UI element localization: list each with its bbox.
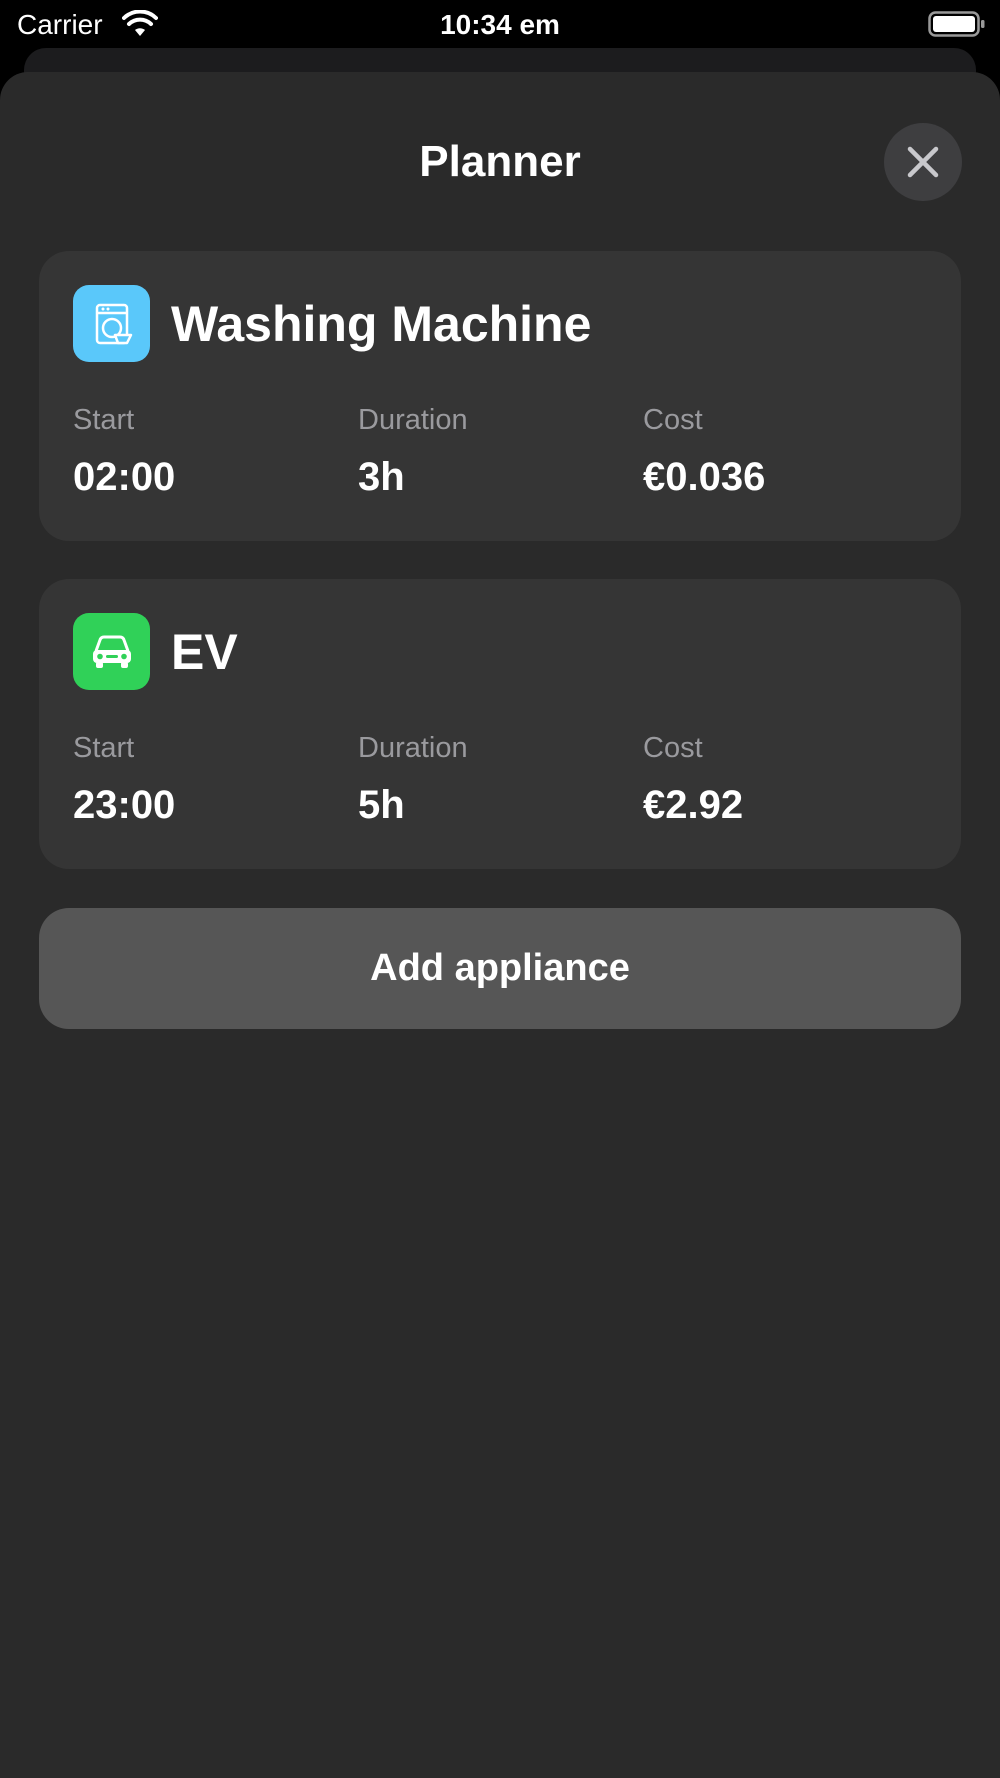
start-label: Start [73,404,135,436]
cost-metric: Cost €0.036 [643,403,765,500]
duration-value: 3h [358,455,405,499]
page-title: Planner [419,137,581,186]
appliance-card-washing-machine[interactable]: Washing Machine Start 02:00 Duration 3h … [39,251,961,541]
car-icon [73,613,150,690]
battery-icon [928,10,986,38]
duration-label: Duration [358,732,468,764]
cost-value: €2.92 [643,783,744,827]
add-appliance-button[interactable]: Add appliance [39,908,961,1029]
status-time: 10:34 em [440,9,560,40]
cost-label: Cost [643,732,703,764]
start-label: Start [73,732,135,764]
duration-metric: Duration 5h [358,731,468,828]
start-value: 02:00 [73,455,176,499]
cost-metric: Cost €2.92 [643,731,743,828]
cost-value: €0.036 [643,455,766,499]
duration-label: Duration [358,404,468,436]
duration-value: 5h [358,783,405,827]
appliance-name: Washing Machine [171,296,592,352]
appliance-card-ev[interactable]: EV Start 23:00 Duration 5h Cost €2.92 [39,579,961,869]
planner-sheet: Planner Washing Machine Start 02:00 Dura… [0,72,1000,1778]
start-value: 23:00 [73,783,176,827]
status-bar: Carrier 10:34 em [0,0,1000,48]
start-metric: Start 23:00 [73,731,175,828]
close-button[interactable] [884,123,962,201]
start-metric: Start 02:00 [73,403,175,500]
close-icon [907,146,939,178]
duration-metric: Duration 3h [358,403,468,500]
appliance-name: EV [171,624,238,680]
cost-label: Cost [643,404,703,436]
washing-machine-icon [73,285,150,362]
